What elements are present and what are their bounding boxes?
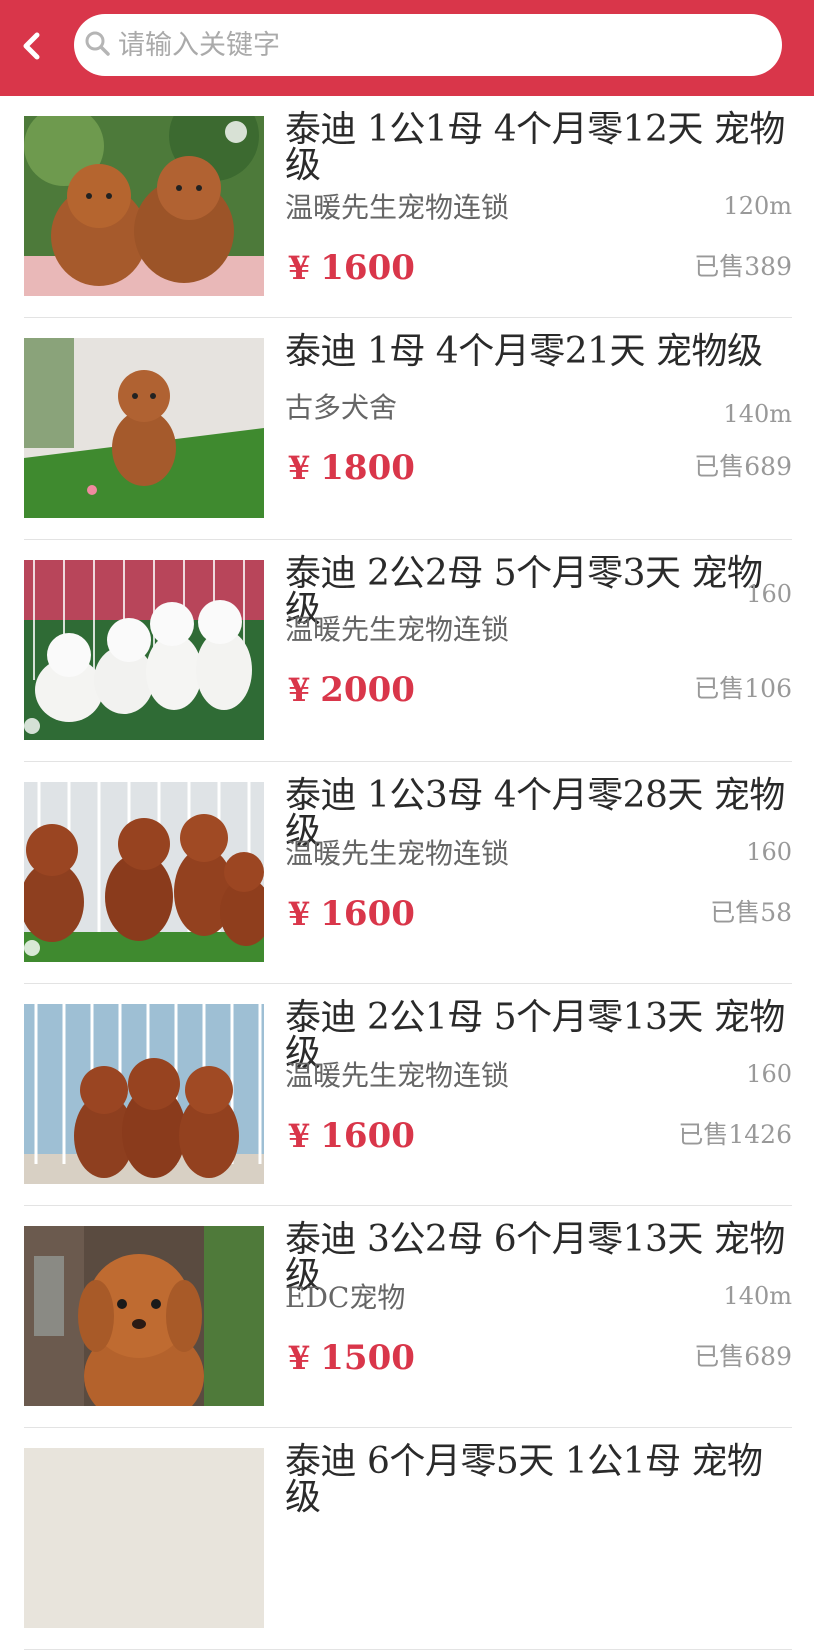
sold-count: 已售58 xyxy=(710,898,792,927)
product-photo xyxy=(24,1448,264,1628)
shop-name: 温暖先生宠物连锁 xyxy=(285,613,510,646)
distance: 160 xyxy=(746,1060,792,1088)
price-value: 2000 xyxy=(320,670,415,710)
product-list: 泰迪 1公1母 4个月零12天 宠物级 温暖先生宠物连锁 120m ¥1600 … xyxy=(0,96,814,1650)
sold-count: 已售389 xyxy=(694,252,792,281)
distance: 160 xyxy=(746,838,792,866)
search-icon xyxy=(85,31,110,56)
search-input[interactable] xyxy=(118,14,758,76)
distance: 160 xyxy=(746,580,792,608)
product-photo xyxy=(24,782,264,962)
product-item[interactable]: 泰迪 1公1母 4个月零12天 宠物级 温暖先生宠物连锁 120m ¥1600 … xyxy=(0,96,814,318)
price: ¥1600 xyxy=(288,894,415,934)
product-photo xyxy=(24,116,264,296)
price: ¥2000 xyxy=(288,670,415,710)
currency-symbol: ¥ xyxy=(288,449,311,487)
shop-name: 温暖先生宠物连锁 xyxy=(285,1059,510,1092)
product-photo xyxy=(24,338,264,518)
shop-name: 温暖先生宠物连锁 xyxy=(285,837,510,870)
shop-name: 古多犬舍 xyxy=(285,391,398,424)
product-item[interactable]: 泰迪 2公1母 5个月零13天 宠物级 温暖先生宠物连锁 160 ¥1600 已… xyxy=(0,984,814,1206)
product-photo xyxy=(24,1226,264,1406)
search-box[interactable] xyxy=(74,14,782,76)
product-item[interactable]: 泰迪 2公2母 5个月零3天 宠物级 160 温暖先生宠物连锁 ¥2000 已售… xyxy=(0,540,814,762)
sold-count: 已售1426 xyxy=(678,1120,792,1149)
sold-count: 已售106 xyxy=(694,674,792,703)
currency-symbol: ¥ xyxy=(288,1117,311,1155)
top-bar xyxy=(0,0,814,96)
product-title: 泰迪 6个月零5天 1公1母 宠物级 xyxy=(285,1441,763,1518)
product-photo xyxy=(24,1004,264,1184)
product-item[interactable]: 泰迪 1公3母 4个月零28天 宠物级 温暖先生宠物连锁 160 ¥1600 已… xyxy=(0,762,814,984)
distance: 120m xyxy=(723,192,792,220)
product-title: 泰迪 1母 4个月零21天 宠物级 xyxy=(285,331,763,372)
product-title: 泰迪 1公1母 4个月零12天 宠物级 xyxy=(285,109,785,186)
shop-name: EDC宠物 xyxy=(285,1281,406,1314)
price-value: 1600 xyxy=(320,1116,415,1156)
shop-name: 温暖先生宠物连锁 xyxy=(285,191,510,224)
price-value: 1500 xyxy=(320,1338,415,1378)
chevron-left-icon xyxy=(23,32,40,60)
price: ¥1600 xyxy=(288,248,415,288)
price: ¥1600 xyxy=(288,1116,415,1156)
price: ¥1500 xyxy=(288,1338,415,1378)
price: ¥1800 xyxy=(288,448,415,488)
distance: 140m xyxy=(723,400,792,428)
distance: 140m xyxy=(723,1282,792,1310)
product-item[interactable]: 泰迪 3公2母 6个月零13天 宠物级 EDC宠物 140m ¥1500 已售6… xyxy=(0,1206,814,1428)
price-value: 1600 xyxy=(320,248,415,288)
sold-count: 已售689 xyxy=(694,452,792,481)
sold-count: 已售689 xyxy=(694,1342,792,1371)
product-item[interactable]: 泰迪 1母 4个月零21天 宠物级 140m 古多犬舍 ¥1800 已售689 xyxy=(0,318,814,540)
price-value: 1600 xyxy=(320,894,415,934)
currency-symbol: ¥ xyxy=(288,671,311,709)
currency-symbol: ¥ xyxy=(288,1339,311,1377)
currency-symbol: ¥ xyxy=(288,249,311,287)
product-photo xyxy=(24,560,264,740)
price-value: 1800 xyxy=(320,448,415,488)
product-item[interactable]: 泰迪 6个月零5天 1公1母 宠物级 xyxy=(0,1428,814,1650)
back-button[interactable] xyxy=(10,24,54,68)
currency-symbol: ¥ xyxy=(288,895,311,933)
